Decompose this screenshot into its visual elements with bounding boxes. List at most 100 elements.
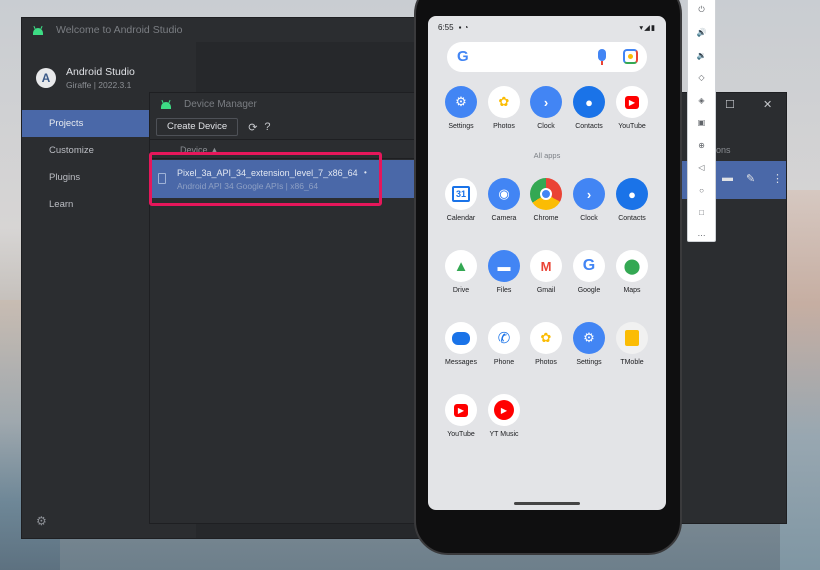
settings-icon: ⚙ xyxy=(573,322,605,354)
power-icon[interactable]: ⏻ xyxy=(688,0,715,22)
device-manager-toolbar: Create Device ⟳ ? xyxy=(150,115,416,139)
app-yt-music[interactable]: ▶ YT Music xyxy=(481,394,527,438)
tmoble-icon xyxy=(616,322,648,354)
app-tmoble[interactable]: TMoble xyxy=(609,322,655,366)
app-messages[interactable]: Messages xyxy=(438,322,484,366)
messages-icon xyxy=(445,322,477,354)
app-calendar[interactable]: 31 Calendar xyxy=(438,178,484,222)
app-google[interactable]: G Google xyxy=(566,250,612,294)
settings-icon: ⚙ xyxy=(445,86,477,118)
app-label: Files xyxy=(496,287,512,294)
maps-icon: ⬤ xyxy=(616,250,648,282)
app-drive[interactable]: ▲ Drive xyxy=(438,250,484,294)
app-label: Chrome xyxy=(533,215,559,222)
app-label: YT Music xyxy=(489,431,519,438)
calendar-icon: 31 xyxy=(445,178,477,210)
settings-gear-icon[interactable]: ⚙ xyxy=(36,514,47,528)
app-label: Phone xyxy=(493,359,515,366)
app-label: Google xyxy=(577,287,601,294)
google-search-bar[interactable]: G xyxy=(447,42,647,72)
more-icon[interactable]: ⋯ xyxy=(688,224,715,247)
android-studio-logo-icon: A xyxy=(36,68,56,88)
app-label: Contacts xyxy=(618,215,646,222)
app-clock[interactable]: › Clock xyxy=(566,178,612,222)
chrome-icon xyxy=(530,178,562,210)
device-manager-titlebar[interactable]: Device Manager xyxy=(150,93,416,115)
refresh-icon[interactable]: ⟳ xyxy=(248,121,257,134)
app-maps[interactable]: ⬤ Maps xyxy=(609,250,655,294)
emulator-toolbar: ⏻ 🔊 🔉 ◇ ◈ ▣ ⊕ ◁ ○ □ ⋯ xyxy=(687,0,716,242)
edit-pencil-icon[interactable]: ✎ xyxy=(746,172,755,185)
app-label: YouTube xyxy=(618,123,646,130)
status-time: 6:55 xyxy=(438,22,454,32)
youtube-icon: ▶ xyxy=(445,394,477,426)
app-label: Contacts xyxy=(575,123,603,130)
android-icon xyxy=(32,25,44,35)
youtube-icon: ▶ xyxy=(616,86,648,118)
google-icon: G xyxy=(573,250,605,282)
welcome-title: Welcome to Android Studio xyxy=(56,24,183,36)
app-label: Photos xyxy=(535,359,557,366)
home-icon[interactable]: ○ xyxy=(688,179,715,202)
app-youtube[interactable]: ▶ YouTube xyxy=(609,86,655,130)
android-icon xyxy=(160,99,172,109)
google-logo-icon: G xyxy=(457,48,469,65)
maximize-icon[interactable]: ☐ xyxy=(725,98,735,111)
clock-icon: › xyxy=(530,86,562,118)
app-contacts[interactable]: ● Contacts xyxy=(566,86,612,130)
app-phone[interactable]: ✆ Phone xyxy=(481,322,527,366)
app-contacts[interactable]: ● Contacts xyxy=(609,178,655,222)
gesture-nav-pill[interactable] xyxy=(514,502,580,505)
overview-icon[interactable]: □ xyxy=(688,202,715,225)
yt-music-icon: ▶ xyxy=(488,394,520,426)
product-name: Android Studio xyxy=(66,66,135,78)
app-label: Maps xyxy=(623,287,641,294)
app-camera[interactable]: ◉ Camera xyxy=(481,178,527,222)
zoom-icon[interactable]: ⊕ xyxy=(688,134,715,157)
app-settings[interactable]: ⚙ Settings xyxy=(438,86,484,130)
close-icon[interactable]: ✕ xyxy=(763,98,772,111)
contacts-icon: ● xyxy=(573,86,605,118)
app-label: Calendar xyxy=(446,215,476,222)
app-settings[interactable]: ⚙ Settings xyxy=(566,322,612,366)
app-chrome[interactable]: Chrome xyxy=(523,178,569,222)
phone-screen: 6:55 ▪ ◔ ▾◢▮ G ⚙ Settings ✿ Photos › Clo… xyxy=(428,16,666,510)
selection-highlight-box xyxy=(149,152,382,206)
photos-icon: ✿ xyxy=(530,322,562,354)
app-youtube[interactable]: ▶ YouTube xyxy=(438,394,484,438)
app-label: TMoble xyxy=(620,359,644,366)
notification-icons: ▪ ◔ xyxy=(458,22,469,32)
camera-icon[interactable]: ▣ xyxy=(688,112,715,135)
app-label: Clock xyxy=(537,123,555,130)
photos-icon: ✿ xyxy=(488,86,520,118)
device-manager-title: Device Manager xyxy=(184,98,257,110)
camera-icon: ◉ xyxy=(488,178,520,210)
app-gmail[interactable]: M Gmail xyxy=(523,250,569,294)
app-label: Settings xyxy=(576,359,602,366)
app-label: YouTube xyxy=(447,431,475,438)
signal-battery-icons: ▾◢▮ xyxy=(639,22,656,32)
app-photos[interactable]: ✿ Photos xyxy=(523,322,569,366)
drive-icon: ▲ xyxy=(445,250,477,282)
more-vert-icon[interactable]: ⋮ xyxy=(772,172,783,185)
volume-down-icon[interactable]: 🔉 xyxy=(688,44,715,67)
back-icon[interactable]: ◁ xyxy=(688,157,715,180)
app-label: Photos xyxy=(493,123,515,130)
volume-up-icon[interactable]: 🔊 xyxy=(688,22,715,45)
folder-icon[interactable]: ▬ xyxy=(722,172,733,184)
rotate-right-icon[interactable]: ◈ xyxy=(688,89,715,112)
app-label: Drive xyxy=(452,287,470,294)
app-clock[interactable]: › Clock xyxy=(523,86,569,130)
create-device-button[interactable]: Create Device xyxy=(156,118,239,136)
mic-icon[interactable] xyxy=(598,49,606,65)
lens-icon[interactable] xyxy=(623,49,638,64)
gmail-icon: M xyxy=(530,250,562,282)
all-apps-label: All apps xyxy=(533,151,561,160)
app-photos[interactable]: ✿ Photos xyxy=(481,86,527,130)
app-label: Gmail xyxy=(536,287,556,294)
app-label: Settings xyxy=(448,123,474,130)
app-files[interactable]: ▬ Files xyxy=(481,250,527,294)
app-label: Clock xyxy=(580,215,598,222)
help-icon[interactable]: ? xyxy=(264,121,270,133)
rotate-left-icon[interactable]: ◇ xyxy=(688,67,715,90)
